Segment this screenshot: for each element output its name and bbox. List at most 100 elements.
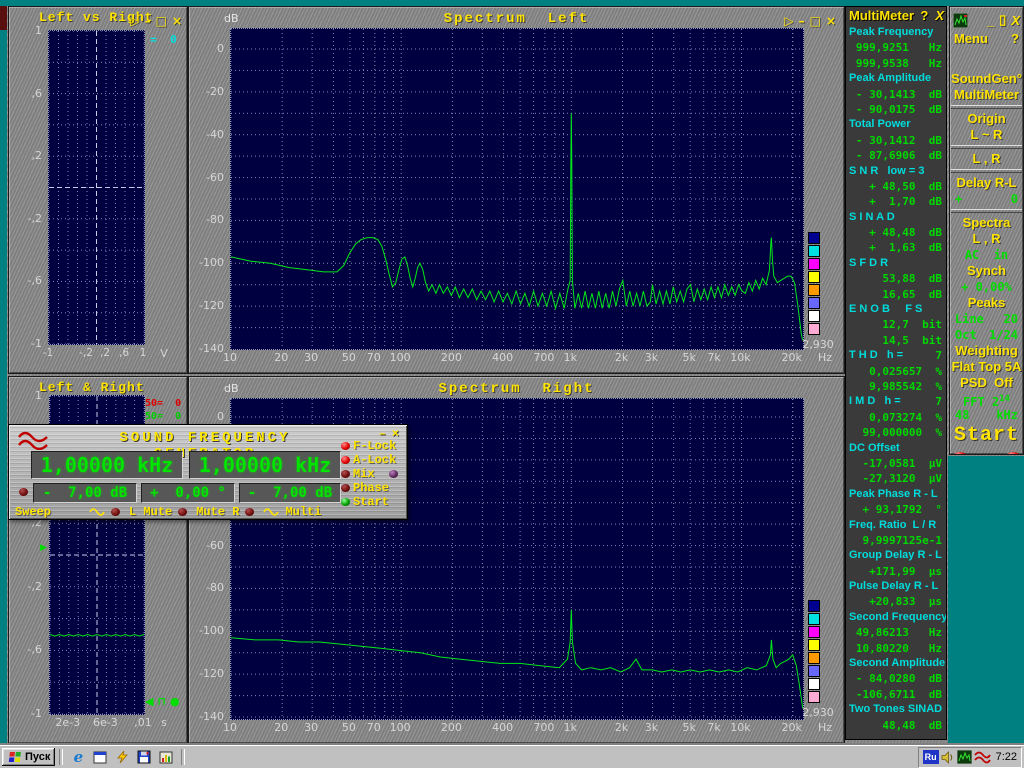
restore-icon[interactable]: ▷ xyxy=(130,14,139,28)
panel-button-delay-r-l[interactable]: Delay R-L xyxy=(950,175,1023,191)
a-lock-led[interactable] xyxy=(341,456,350,464)
spectrum-left-legend-swatch[interactable] xyxy=(808,258,820,270)
spectrum-right-legend-swatch[interactable] xyxy=(808,639,820,651)
multi-led[interactable] xyxy=(245,508,254,516)
spectrum-left-legend-swatch[interactable] xyxy=(808,297,820,309)
spectrum-left-legend-swatch[interactable] xyxy=(808,245,820,257)
maximize-icon[interactable]: □ xyxy=(156,14,167,28)
spectrum-right-legend-swatch[interactable] xyxy=(808,600,820,612)
l-mute-led[interactable] xyxy=(111,508,120,516)
pair-left[interactable]: + xyxy=(955,191,962,207)
l-mute-button[interactable]: L Mute xyxy=(129,505,172,519)
status-led-right[interactable] xyxy=(1006,452,1020,455)
phase-led[interactable] xyxy=(341,484,350,492)
media-tool-icon[interactable] xyxy=(113,748,131,766)
panel-button-flat-top-5a[interactable]: Flat Top 5A xyxy=(950,359,1023,375)
start-acquisition-button[interactable]: Start xyxy=(950,423,1023,449)
status-led-left[interactable] xyxy=(953,452,967,455)
lr-trigger-level-arrow[interactable]: ▶ xyxy=(40,543,47,553)
maximize-icon[interactable]: □ xyxy=(810,14,821,28)
pair-left[interactable]: 48 xyxy=(955,407,969,423)
spectrum-left-plot[interactable] xyxy=(230,28,804,350)
panel-value-pair[interactable]: +0 xyxy=(950,191,1023,207)
panel-button-multimeter[interactable]: MultiMeter xyxy=(950,87,1023,103)
left-amplitude-display[interactable]: - 7,00 dB xyxy=(33,483,137,503)
panel-button-origin[interactable]: Origin xyxy=(950,111,1023,127)
language-indicator[interactable]: Ru xyxy=(923,750,939,764)
pair-left[interactable]: Oct xyxy=(955,327,977,343)
mix-control[interactable]: Mix xyxy=(341,467,401,480)
right-frequency-display[interactable]: 1,00000 kHz xyxy=(189,451,341,479)
phase-control[interactable]: Phase xyxy=(341,481,389,494)
panel-button-psd-off[interactable]: PSD Off xyxy=(950,375,1023,391)
panel-button-soundgen-[interactable]: SoundGen° xyxy=(950,71,1023,87)
left-vs-right-plot[interactable] xyxy=(48,30,145,345)
start-button[interactable]: Пуск xyxy=(2,748,55,766)
f-lock-led[interactable] xyxy=(341,442,350,450)
panel-button-weighting[interactable]: Weighting xyxy=(950,343,1023,359)
lr-y-tick: -,6 xyxy=(12,643,42,656)
f-lock-control[interactable]: F-Lock xyxy=(341,439,396,452)
minimize-icon[interactable]: _ xyxy=(987,13,994,28)
pair-right[interactable]: 1/24 xyxy=(989,327,1018,343)
close-icon[interactable]: × xyxy=(826,14,836,28)
r-mute-button[interactable]: Mute R xyxy=(196,505,239,519)
mix-led[interactable] xyxy=(341,470,350,478)
spectrum-right-legend-swatch[interactable] xyxy=(808,665,820,677)
volume-icon[interactable] xyxy=(941,751,955,764)
internet-explorer-icon[interactable]: e xyxy=(69,748,87,766)
minimize-icon[interactable]: – xyxy=(145,14,151,28)
multi-button[interactable]: Multi xyxy=(285,505,321,519)
spectrum-left-legend-swatch[interactable] xyxy=(808,284,820,296)
show-desktop-icon[interactable] xyxy=(91,748,109,766)
maximize-icon[interactable]: ▯ xyxy=(999,12,1006,28)
panel-value[interactable]: AC in xyxy=(950,247,1023,263)
sweep-button[interactable]: Sweep xyxy=(15,505,51,519)
panel-button-peaks[interactable]: Peaks xyxy=(950,295,1023,311)
analyzer-tray-icon[interactable] xyxy=(957,750,972,764)
close-icon[interactable]: × xyxy=(172,14,182,28)
panel-value[interactable]: + 0,00% xyxy=(950,279,1023,295)
panel-button-l-r[interactable]: L ~ R xyxy=(950,127,1023,143)
spectrum-left-legend-swatch[interactable] xyxy=(808,323,820,335)
menu-button[interactable]: Menu xyxy=(954,31,988,51)
panel-value-pair[interactable]: Line 20 xyxy=(950,311,1023,327)
phase-display[interactable]: + 0,00 ° xyxy=(141,483,235,503)
a-lock-control[interactable]: A-Lock xyxy=(341,453,396,466)
amplitude-led[interactable] xyxy=(19,488,28,496)
panel-button-synch[interactable]: Synch xyxy=(950,263,1023,279)
panel-value-pair[interactable]: Oct 1/24 xyxy=(950,327,1023,343)
f-lock-label: F-Lock xyxy=(353,439,396,453)
pair-right[interactable]: kHz xyxy=(996,407,1018,423)
help-icon[interactable]: ? xyxy=(920,8,928,23)
chart-app-icon[interactable] xyxy=(157,748,175,766)
spectrum-left-legend-swatch[interactable] xyxy=(808,232,820,244)
panel-button-l-r[interactable]: L , R xyxy=(950,231,1023,247)
panel-button-fft-size[interactable]: FFT 214 xyxy=(950,391,1023,407)
restore-icon[interactable]: ▷ xyxy=(784,14,793,28)
close-icon[interactable]: X xyxy=(935,8,944,23)
left-frequency-display[interactable]: 1,00000 kHz xyxy=(31,451,183,479)
close-icon[interactable]: X xyxy=(1011,13,1020,28)
minimize-icon[interactable]: – xyxy=(799,14,805,28)
spectrum-right-legend-swatch[interactable] xyxy=(808,691,820,703)
save-disk-icon[interactable] xyxy=(135,748,153,766)
help-icon[interactable]: ? xyxy=(1011,31,1019,51)
spectrum-right-legend-swatch[interactable] xyxy=(808,652,820,664)
panel-button-spectra[interactable]: Spectra xyxy=(950,215,1023,231)
spectrum-right-legend-swatch[interactable] xyxy=(808,678,820,690)
spectrum-right-legend-swatch[interactable] xyxy=(808,626,820,638)
spectrum-left-legend-swatch[interactable] xyxy=(808,271,820,283)
lr-trigger-icons[interactable]: ◀ ⊓ ● xyxy=(145,695,179,708)
pair-right[interactable]: 20 xyxy=(1004,311,1018,327)
pair-right[interactable]: 0 xyxy=(1011,191,1018,207)
spectrum-left-legend-swatch[interactable] xyxy=(808,310,820,322)
generator-tray-icon[interactable] xyxy=(974,751,991,764)
right-amplitude-display[interactable]: - 7,00 dB xyxy=(239,483,341,503)
panel-button-l-r[interactable]: L , R xyxy=(950,151,1023,167)
r-mute-led[interactable] xyxy=(178,508,187,516)
pair-left[interactable]: Line xyxy=(955,311,984,327)
mix-aux-led[interactable] xyxy=(389,470,398,478)
panel-value-pair[interactable]: 48 kHz xyxy=(950,407,1023,423)
spectrum-right-legend-swatch[interactable] xyxy=(808,613,820,625)
